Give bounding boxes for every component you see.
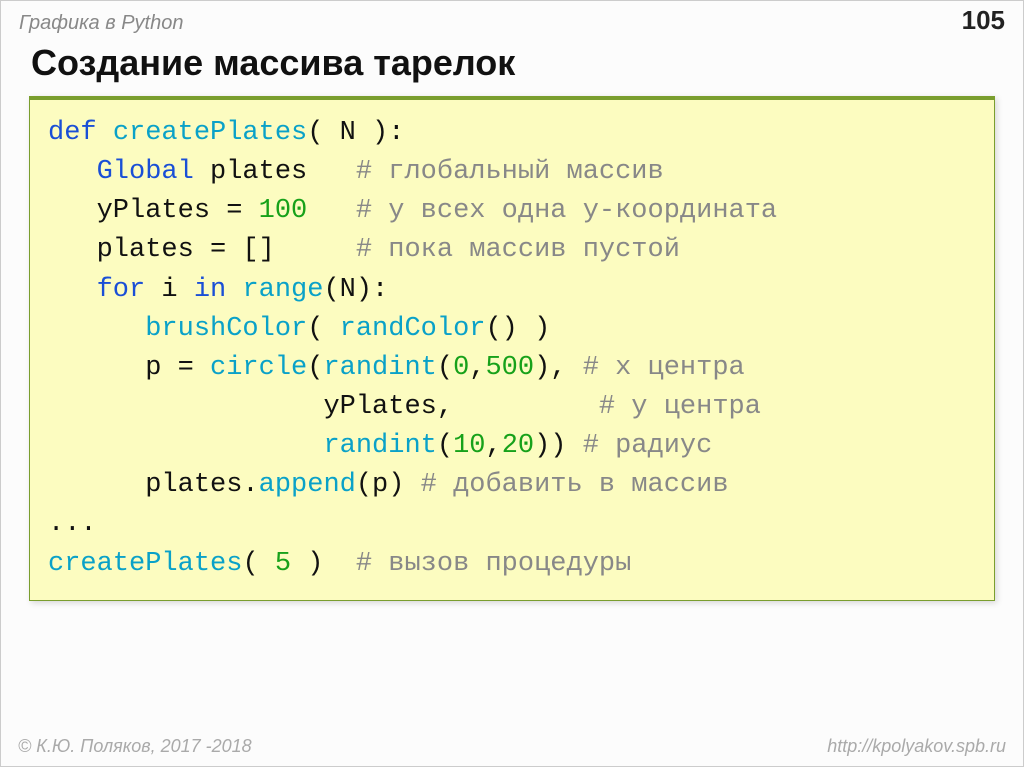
code-line: plates = [] # пока массив пустой — [48, 235, 680, 265]
section-title: Графика в Python — [19, 12, 183, 35]
code-line: def createPlates( N ): — [48, 118, 404, 148]
code-block: def createPlates( N ): Global plates # г… — [29, 96, 995, 601]
code-line: ... — [48, 509, 97, 539]
code-line: p = circle(randint(0,500), # x центра — [48, 353, 745, 383]
slide-header: Графика в Python 105 — [1, 1, 1023, 36]
code-line: createPlates( 5 ) # вызов процедуры — [48, 549, 631, 579]
page-number: 105 — [962, 5, 1005, 36]
code-line: yPlates = 100 # у всех одна y-координата — [48, 196, 777, 226]
code-line: plates.append(p) # добавить в массив — [48, 470, 729, 500]
code-line: for i in range(N): — [48, 275, 388, 305]
copyright: © К.Ю. Поляков, 2017 -2018 — [18, 736, 252, 757]
code-line: brushColor( randColor() ) — [48, 314, 550, 344]
slide-title: Создание массива тарелок — [31, 42, 1023, 84]
source-url: http://kpolyakov.spb.ru — [827, 736, 1006, 757]
code-line: Global plates # глобальный массив — [48, 157, 664, 187]
code-line: yPlates, # y центра — [48, 392, 761, 422]
code-line: randint(10,20)) # радиус — [48, 431, 712, 461]
slide-footer: © К.Ю. Поляков, 2017 -2018 http://kpolya… — [18, 736, 1006, 757]
